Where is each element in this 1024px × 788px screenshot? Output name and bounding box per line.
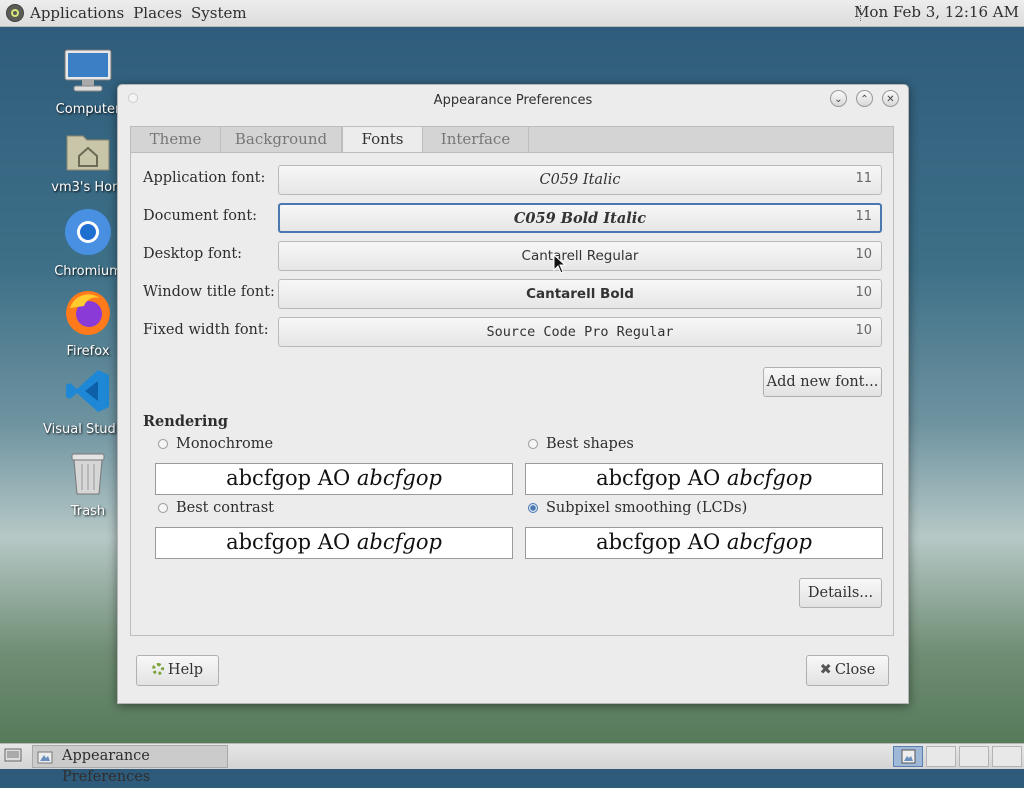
workspace-4[interactable] (992, 746, 1022, 767)
application-font-label: Application font: (143, 170, 266, 186)
sample-text-italic: abcfgop (726, 530, 812, 554)
font-name: Source Code Pro Regular (486, 324, 674, 340)
sample-text-regular: abcfgop AO (226, 466, 351, 490)
mouse-pointer-icon (553, 254, 567, 274)
option-label: Subpixel smoothing (LCDs) (546, 500, 748, 516)
appearance-preferences-window: Appearance Preferences ⌄ ⌃ ✕ Theme Backg… (117, 84, 909, 704)
document-font-button[interactable]: C059 Bold Italic 11 (278, 203, 882, 233)
window-titlebar[interactable]: Appearance Preferences ⌄ ⌃ ✕ (118, 85, 908, 117)
best-contrast-sample[interactable]: abcfgop AO abcfgop (155, 527, 513, 559)
font-size: 11 (855, 209, 872, 224)
help-icon (151, 663, 164, 675)
distro-logo-icon[interactable] (6, 4, 24, 22)
window-title-font-button[interactable]: Cantarell Bold 10 (278, 279, 882, 309)
best-shapes-option[interactable]: Best shapes (528, 436, 634, 452)
tab-interface[interactable]: Interface (423, 127, 529, 152)
close-label: Close (834, 662, 876, 678)
maximize-button[interactable]: ⌃ (856, 90, 873, 107)
desktop-font-label: Desktop font: (143, 246, 243, 262)
option-label: Best contrast (176, 500, 274, 516)
menu-applications[interactable]: Applications (30, 4, 124, 22)
radio-button[interactable] (158, 503, 168, 513)
radio-button[interactable] (528, 439, 538, 449)
fixed-width-font-label: Fixed width font: (143, 322, 269, 338)
desktop-font-button[interactable]: Cantarell Regular 10 (278, 241, 882, 271)
minimize-button[interactable]: ⌄ (830, 90, 847, 107)
help-label: Help (167, 662, 204, 678)
workspace-3[interactable] (959, 746, 989, 767)
application-font-button[interactable]: C059 Italic 11 (278, 165, 882, 195)
window-title-font-label: Window title font: (143, 284, 275, 300)
taskbar: Appearance Preferences (0, 743, 1024, 785)
tab-bar: Theme Background Fonts Interface (130, 126, 894, 153)
workspace-2[interactable] (926, 746, 956, 767)
monochrome-option[interactable]: Monochrome (158, 436, 273, 452)
appearance-app-icon (37, 751, 53, 764)
font-size: 11 (855, 171, 872, 186)
radio-button[interactable] (158, 439, 168, 449)
workspace-1[interactable] (893, 746, 923, 767)
tab-background[interactable]: Background (221, 127, 342, 152)
sample-text-regular: abcfgop AO (596, 530, 721, 554)
task-label: Appearance Preferences (62, 748, 151, 785)
sample-text-italic: abcfgop (356, 466, 442, 490)
fonts-panel: Application font: C059 Italic 11 Documen… (130, 152, 894, 636)
show-desktop-icon[interactable] (4, 748, 22, 764)
best-shapes-sample[interactable]: abcfgop AO abcfgop (525, 463, 883, 495)
add-new-font-button[interactable]: Add new font... (763, 367, 882, 397)
font-size: 10 (855, 247, 872, 262)
sample-text-italic: abcfgop (356, 530, 442, 554)
details-button[interactable]: Details... (799, 578, 882, 608)
top-panel: Applications Places System Mon Feb 3, 12… (0, 0, 1024, 27)
chevron-up-icon: ⌃ (860, 94, 869, 105)
tab-theme[interactable]: Theme (131, 127, 221, 152)
document-font-label: Document font: (143, 208, 258, 224)
tab-fonts[interactable]: Fonts (342, 126, 423, 153)
monochrome-sample[interactable]: abcfgop AO abcfgop (155, 463, 513, 495)
sample-text-regular: abcfgop AO (596, 466, 721, 490)
menu-system[interactable]: System (191, 4, 247, 22)
close-icon: ✖ (819, 662, 832, 678)
option-label: Monochrome (176, 436, 274, 452)
close-button[interactable]: ✖ Close (806, 655, 889, 686)
font-size: 10 (855, 285, 872, 300)
help-button[interactable]: Help (136, 655, 219, 686)
subpixel-smoothing-option[interactable]: Subpixel smoothing (LCDs) (528, 500, 747, 516)
font-name: Cantarell Bold (526, 286, 634, 302)
fixed-width-font-button[interactable]: Source Code Pro Regular 10 (278, 317, 882, 347)
subpixel-smoothing-sample[interactable]: abcfgop AO abcfgop (525, 527, 883, 559)
font-name: C059 Bold Italic (513, 210, 647, 227)
rendering-heading: Rendering (143, 413, 229, 430)
font-size: 10 (855, 323, 872, 338)
task-appearance-preferences[interactable]: Appearance Preferences (32, 745, 228, 785)
chevron-down-icon: ⌄ (834, 94, 843, 105)
workspace-window-icon (901, 749, 916, 764)
window-close-button[interactable]: ✕ (882, 90, 899, 107)
sample-text-italic: abcfgop (726, 466, 812, 490)
sample-text-regular: abcfgop AO (226, 530, 351, 554)
window-title: Appearance Preferences (433, 93, 593, 108)
radio-button-selected[interactable] (528, 503, 538, 513)
clock[interactable]: Mon Feb 3, 12:16 AM (854, 3, 1019, 21)
font-name: C059 Italic (539, 172, 621, 188)
best-contrast-option[interactable]: Best contrast (158, 500, 274, 516)
close-icon: ✕ (886, 94, 895, 105)
option-label: Best shapes (546, 436, 634, 452)
menu-places[interactable]: Places (133, 4, 182, 22)
font-name: Cantarell Regular (521, 248, 639, 264)
